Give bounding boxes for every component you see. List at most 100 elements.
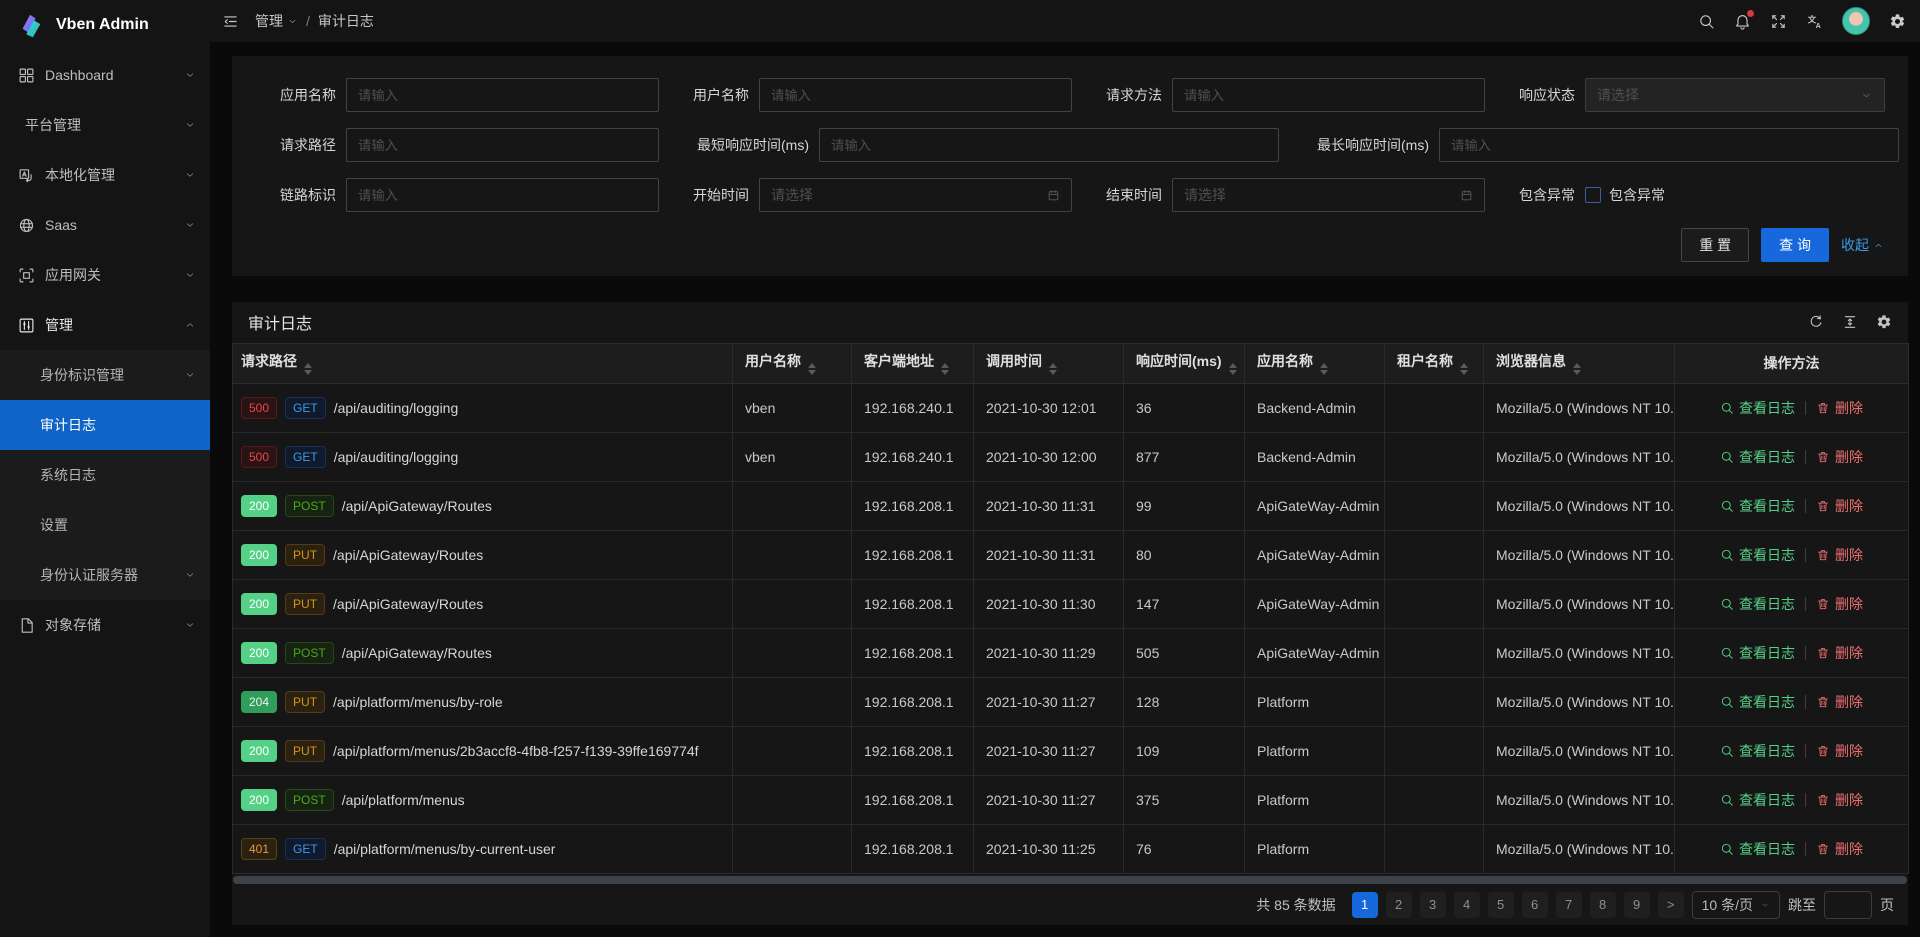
column-settings-gear-icon[interactable] — [1876, 314, 1892, 330]
include-exception-checkbox[interactable] — [1585, 187, 1601, 203]
delete-button[interactable]: 删除 — [1816, 545, 1863, 565]
sidebar-item-dashboard[interactable]: Dashboard — [0, 50, 210, 100]
sidebar-submenu-management: 身份标识管理审计日志系统日志设置身份认证服务器 — [0, 350, 210, 600]
sidebar-item-label: 身份标识管理 — [40, 365, 184, 385]
sidebar-item-platform[interactable]: 平台管理 — [0, 100, 210, 150]
fullscreen-icon[interactable] — [1770, 13, 1787, 30]
response-status-select[interactable]: 请选择 — [1585, 78, 1885, 112]
table-row: 500GET/api/auditing/loggingvben192.168.2… — [233, 432, 1909, 481]
column-header-0[interactable]: 请求路径 — [233, 343, 733, 383]
page-button-7[interactable]: 7 — [1556, 892, 1582, 918]
view-log-button[interactable]: 查看日志 — [1720, 643, 1795, 663]
page-button-4[interactable]: 4 — [1454, 892, 1480, 918]
column-header-7[interactable]: 浏览器信息 — [1484, 343, 1675, 383]
breadcrumb-parent[interactable]: 管理 — [255, 11, 298, 31]
request-path-text: /api/ApiGateway/Routes — [342, 645, 492, 661]
page-button-6[interactable]: 6 — [1522, 892, 1548, 918]
delete-button[interactable]: 删除 — [1816, 741, 1863, 761]
start-time-datepicker[interactable]: 请选择 — [759, 178, 1072, 212]
view-log-button[interactable]: 查看日志 — [1720, 398, 1795, 418]
settings-gear-icon[interactable] — [1889, 13, 1906, 30]
calendar-icon — [1047, 189, 1060, 202]
user-name-input[interactable] — [759, 78, 1072, 112]
notification-bell-icon[interactable] — [1734, 13, 1751, 30]
delete-button[interactable]: 删除 — [1816, 839, 1863, 859]
view-log-button[interactable]: 查看日志 — [1720, 692, 1795, 712]
sidebar-item-identity[interactable]: 身份标识管理 — [0, 350, 210, 400]
delete-button[interactable]: 删除 — [1816, 643, 1863, 663]
pagination: 共 85 条数据 123456789 > 10 条/页 跳至 页 — [232, 884, 1908, 925]
locale-translate-icon[interactable]: 文A — [1806, 13, 1823, 30]
column-header-6[interactable]: 租户名称 — [1385, 343, 1484, 383]
delete-button[interactable]: 删除 — [1816, 790, 1863, 810]
sort-carets-icon[interactable] — [1460, 363, 1468, 375]
view-log-button[interactable]: 查看日志 — [1720, 594, 1795, 614]
sort-carets-icon[interactable] — [941, 363, 949, 375]
view-log-button[interactable]: 查看日志 — [1720, 545, 1795, 565]
sidebar-item-saas[interactable]: Saas — [0, 200, 210, 250]
column-header-5[interactable]: 应用名称 — [1245, 343, 1385, 383]
user-avatar[interactable] — [1842, 7, 1870, 35]
sidebar-fold-icon[interactable] — [222, 13, 239, 30]
sort-carets-icon[interactable] — [1229, 363, 1237, 375]
max-response-time-input[interactable] — [1439, 128, 1899, 162]
request-path-input[interactable] — [346, 128, 659, 162]
trace-id-input[interactable] — [346, 178, 659, 212]
view-log-button[interactable]: 查看日志 — [1720, 790, 1795, 810]
sidebar-item-localization[interactable]: 本地化管理 — [0, 150, 210, 200]
row-height-icon[interactable] — [1842, 314, 1858, 330]
view-log-button[interactable]: 查看日志 — [1720, 741, 1795, 761]
view-log-button[interactable]: 查看日志 — [1720, 447, 1795, 467]
delete-button[interactable]: 删除 — [1816, 447, 1863, 467]
sidebar-item-settings[interactable]: 设置 — [0, 500, 210, 550]
sort-carets-icon[interactable] — [304, 363, 312, 375]
page-button-5[interactable]: 5 — [1488, 892, 1514, 918]
sidebar-item-management[interactable]: 管理 — [0, 300, 210, 350]
sidebar-item-system-log[interactable]: 系统日志 — [0, 450, 210, 500]
column-header-2[interactable]: 客户端地址 — [852, 343, 974, 383]
view-log-button[interactable]: 查看日志 — [1720, 839, 1795, 859]
column-header-1[interactable]: 用户名称 — [733, 343, 852, 383]
page-button-2[interactable]: 2 — [1386, 892, 1412, 918]
next-page-button[interactable]: > — [1658, 892, 1684, 918]
sidebar-item-object-storage[interactable]: 对象存储 — [0, 600, 210, 650]
delete-button[interactable]: 删除 — [1816, 692, 1863, 712]
sort-carets-icon[interactable] — [1320, 363, 1328, 375]
sort-carets-icon[interactable] — [808, 363, 816, 375]
delete-button[interactable]: 删除 — [1816, 496, 1863, 516]
cell-call-time: 2021-10-30 11:25 — [974, 824, 1124, 873]
refresh-icon[interactable] — [1808, 314, 1824, 330]
page-button-8[interactable]: 8 — [1590, 892, 1616, 918]
reset-button[interactable]: 重 置 — [1681, 228, 1749, 262]
request-method-input[interactable] — [1172, 78, 1485, 112]
search-button[interactable]: 查 询 — [1761, 228, 1829, 262]
sort-carets-icon[interactable] — [1049, 363, 1057, 375]
method-badge: PUT — [285, 544, 325, 566]
collapse-link[interactable]: 收起 — [1841, 235, 1884, 255]
cell-browser-info: Mozilla/5.0 (Windows NT 10.0; Win — [1484, 530, 1675, 579]
page-button-1[interactable]: 1 — [1352, 892, 1378, 918]
cell-actions: 查看日志 删除 — [1675, 530, 1909, 579]
min-response-time-input[interactable] — [819, 128, 1279, 162]
page-button-9[interactable]: 9 — [1624, 892, 1650, 918]
delete-button[interactable]: 删除 — [1816, 398, 1863, 418]
end-time-datepicker[interactable]: 请选择 — [1172, 178, 1485, 212]
sidebar-item-gateway[interactable]: 应用网关 — [0, 250, 210, 300]
cell-tenant-name — [1385, 530, 1484, 579]
page-button-3[interactable]: 3 — [1420, 892, 1446, 918]
chevron-up-icon — [184, 319, 196, 331]
cell-user-name — [733, 677, 852, 726]
column-header-3[interactable]: 调用时间 — [974, 343, 1124, 383]
sidebar-item-label: Dashboard — [45, 67, 184, 83]
column-header-4[interactable]: 响应时间(ms) — [1124, 343, 1245, 383]
page-size-select[interactable]: 10 条/页 — [1692, 891, 1780, 919]
app-name-input[interactable] — [346, 78, 659, 112]
jump-to-page-input[interactable] — [1824, 891, 1872, 919]
search-icon[interactable] — [1698, 13, 1715, 30]
delete-button[interactable]: 删除 — [1816, 594, 1863, 614]
view-log-button[interactable]: 查看日志 — [1720, 496, 1795, 516]
sort-carets-icon[interactable] — [1573, 363, 1581, 375]
sidebar-item-auth-server[interactable]: 身份认证服务器 — [0, 550, 210, 600]
horizontal-scrollbar[interactable] — [233, 876, 1907, 884]
sidebar-item-audit-log[interactable]: 审计日志 — [0, 400, 210, 450]
